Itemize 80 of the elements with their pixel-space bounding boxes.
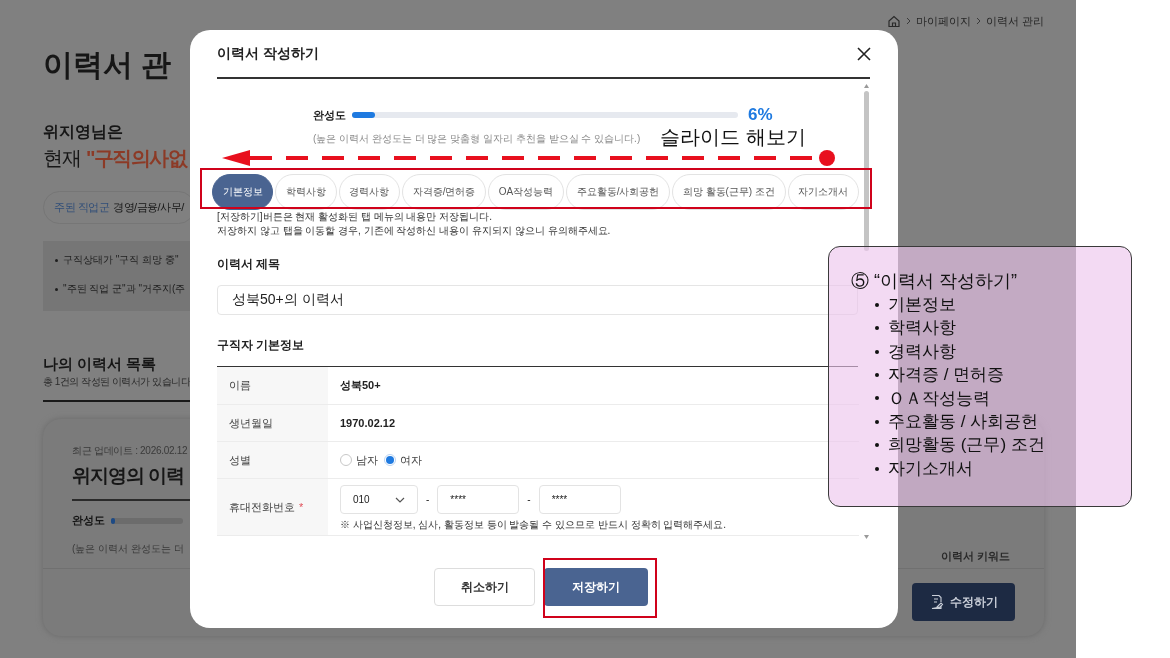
callout-item: 희망활동 (근무) 조건 (888, 434, 1045, 457)
row-label: 휴대전화번호 (229, 499, 295, 515)
progress-label: 완성도 (72, 513, 105, 528)
callout-item: 주요활동 / 사회공헌 (888, 411, 1039, 434)
field-label: 이력서 제목 (217, 256, 282, 273)
notice-text: "주된 직업 군"과 "거주지(주 (63, 282, 186, 296)
bullet-icon (875, 349, 879, 354)
save-button[interactable]: 저장하기 (544, 568, 648, 606)
progress-note: (높은 이력서 완성도는 더 많은 맞춤형 일자리 추천을 받으실 수 있습니다.) (313, 133, 641, 145)
tab[interactable]: 희망 활동(근무) 조건 (672, 174, 786, 210)
resume-count: 총 1건의 작성된 이력서가 있습니다 (43, 375, 191, 389)
cell-value: 성북50+ (340, 378, 381, 393)
radio-label: 남자 (356, 452, 378, 468)
modal-title: 이력서 작성하기 (217, 44, 319, 63)
dash-text: - (426, 494, 430, 505)
notice-text: [저장하기]버튼은 현재 활성화된 탭 메뉴의 내용만 저장됩니다. (217, 210, 493, 224)
phone-note: ※ 사업신청정보, 심사, 활동정보 등이 발송될 수 있으므로 반드시 정확히 입력해주세요. (340, 518, 727, 532)
chevron-down-icon (395, 496, 405, 503)
document-pen-icon (929, 594, 944, 610)
keyword-label: 이력서 키워드 (940, 549, 1010, 564)
progress-label: 완성도 (313, 107, 346, 123)
section-heading: 구직자 기본정보 (217, 337, 306, 354)
bullet-icon (875, 326, 879, 331)
notice-text: 저장하지 않고 탭을 이동할 경우, 기존에 작성하신 내용이 유지되지 않으니 유의해주세요. (217, 224, 612, 238)
row-label: 생년월일 (229, 415, 273, 431)
bullet-icon (55, 287, 58, 291)
bullet-icon (875, 419, 879, 424)
tab[interactable]: 자격증/면허증 (402, 174, 487, 210)
job-group-value: 경영/금융/사무/ (113, 200, 184, 215)
progress-note: (높은 이력서 완성도는 더 (72, 542, 184, 556)
bullet-icon (875, 443, 879, 448)
greeting-text: 위지영님은 (43, 122, 123, 142)
breadcrumb-link[interactable]: 마이페이지 (915, 13, 971, 29)
phone-input-field[interactable]: **** (538, 485, 621, 514)
select-value: 010 (353, 494, 370, 505)
callout-item: ＯＡ작성능력 (888, 387, 990, 410)
close-icon (857, 46, 871, 61)
progress-percent: 6% (748, 105, 773, 125)
phone-input-field[interactable]: **** (437, 485, 520, 514)
tab[interactable]: 주요활동/사회공헌 (565, 174, 671, 210)
callout-item: 기본정보 (888, 294, 956, 316)
status-prefix: 현재 (43, 146, 80, 171)
radio-button[interactable] (340, 454, 352, 466)
edit-button[interactable]: 수정하기 (912, 583, 1015, 621)
bullet-icon (875, 302, 879, 307)
required-mark: * (299, 501, 304, 513)
callout-item: 경력사항 (888, 340, 956, 363)
dash-text: - (527, 494, 531, 505)
cancel-button[interactable]: 취소하기 (434, 568, 535, 606)
tab[interactable]: 기본정보 (212, 174, 274, 210)
callout-item: 자격증 / 면허증 (888, 364, 1005, 387)
section-title: 나의 이력서 목록 (43, 355, 157, 373)
callout-item: 자기소개서 (888, 457, 973, 480)
job-group-label: 주된 직업군 (54, 200, 110, 215)
cell-value: 1970.02.12 (340, 417, 396, 429)
row-label: 성별 (229, 452, 251, 468)
tab[interactable]: 학력사항 (275, 174, 337, 210)
callout-item: 학력사항 (888, 317, 956, 340)
close-button[interactable] (857, 46, 871, 61)
bullet-icon (875, 396, 879, 401)
row-label: 이름 (229, 378, 251, 393)
tab[interactable]: OA작성능력 (488, 174, 564, 210)
bullet-icon (875, 372, 879, 377)
bullet-icon (875, 466, 879, 471)
resume-title: 위지영의 이력 (72, 464, 185, 488)
bullet-icon (55, 258, 58, 262)
radio-label: 여자 (400, 452, 422, 468)
notice-text: 구직상태가 "구직 희망 중" (63, 253, 179, 267)
tab[interactable]: 자기소개서 (787, 174, 859, 210)
slide-hint-text: 슬라이드 해보기 (660, 126, 806, 148)
update-date: 최근 업데이트 : 2026.02.12 (72, 444, 188, 458)
chevron-icon (975, 17, 981, 25)
radio-button[interactable] (384, 454, 396, 466)
status-highlight: "구직의사없 (86, 146, 187, 171)
area-code-select[interactable]: 010 (340, 485, 418, 514)
chevron-icon (905, 17, 911, 25)
tab[interactable]: 경력사항 (338, 174, 401, 210)
breadcrumb-link[interactable]: 이력서 관리 (985, 13, 1044, 29)
home-icon[interactable] (886, 14, 901, 28)
page-title: 이력서 관 (43, 47, 172, 83)
